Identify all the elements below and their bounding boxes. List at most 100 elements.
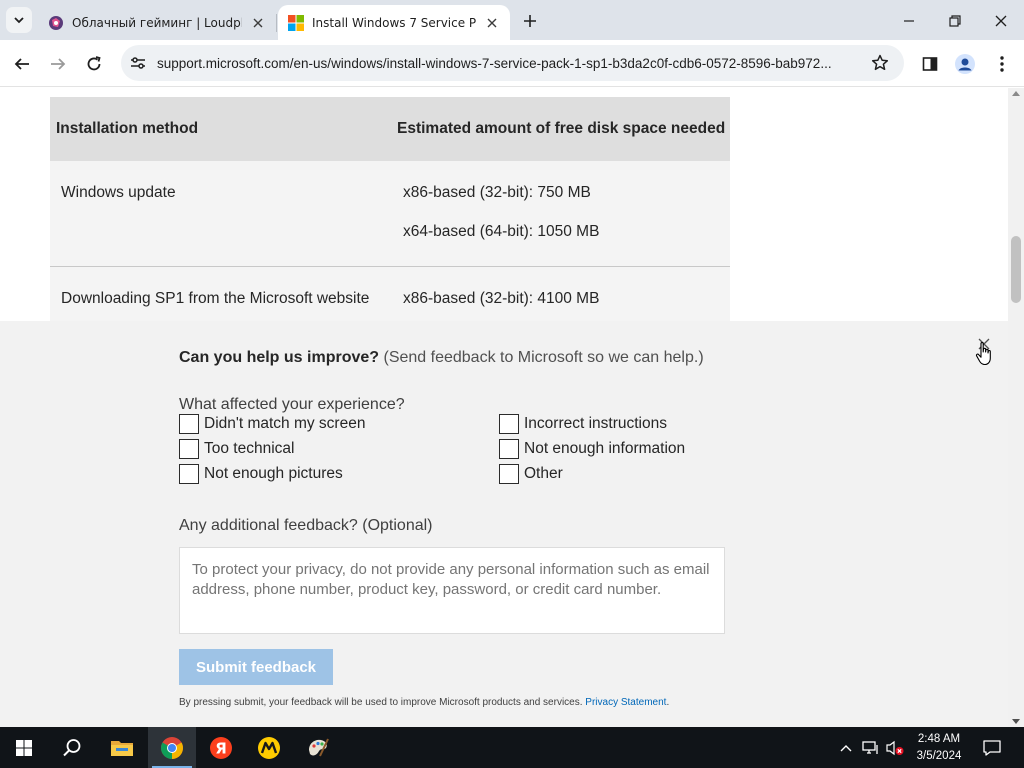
- table-header-row: Installation method Estimated amount of …: [50, 97, 730, 161]
- feedback-heading: Can you help us improve?: [179, 349, 380, 366]
- option-label: Didn't match my screen: [204, 415, 366, 432]
- option-not-enough-information[interactable]: Not enough information: [499, 439, 685, 459]
- table-cell-space: x86-based (32-bit): 750 MB x64-based (64…: [391, 161, 730, 267]
- feedback-textarea[interactable]: [179, 547, 725, 634]
- close-feedback-button[interactable]: [975, 335, 993, 353]
- page-scrollbar[interactable]: [1008, 88, 1024, 727]
- chrome-icon: [161, 736, 183, 759]
- microsoft-logo-icon: [288, 14, 304, 31]
- tab-install-windows7-sp[interactable]: Install Windows 7 Service Pack: [278, 5, 510, 40]
- taskbar-search-button[interactable]: [48, 727, 96, 768]
- option-label: Not enough information: [524, 440, 686, 457]
- additional-feedback-label: Any additional feedback? (Optional): [179, 517, 433, 534]
- more-vert-icon: [1000, 56, 1004, 72]
- action-center-button[interactable]: [978, 727, 1006, 768]
- checkbox[interactable]: [499, 439, 519, 459]
- option-incorrect-instructions[interactable]: Incorrect instructions: [499, 414, 667, 434]
- option-label: Not enough pictures: [204, 465, 343, 482]
- checkbox[interactable]: [179, 414, 199, 434]
- taskbar-file-explorer[interactable]: [98, 727, 146, 768]
- minimize-button[interactable]: [896, 8, 922, 34]
- option-not-enough-pictures[interactable]: Not enough pictures: [179, 464, 343, 484]
- option-other[interactable]: Other: [499, 464, 563, 484]
- table-header-cell: Installation method: [50, 97, 391, 161]
- side-panel-icon: [922, 57, 938, 71]
- forward-button[interactable]: [45, 51, 71, 77]
- svg-text:Я: Я: [215, 739, 227, 757]
- table-cell-space: x86-based (32-bit): 4100 MB: [391, 266, 730, 326]
- back-button[interactable]: [9, 51, 35, 77]
- checkbox[interactable]: [499, 464, 519, 484]
- option-label: Other: [524, 465, 563, 482]
- taskbar-paint[interactable]: [294, 727, 342, 768]
- taskbar-yandex-browser[interactable]: Я: [197, 727, 245, 768]
- loudplay-logo-icon: [49, 15, 63, 30]
- option-label: Too technical: [204, 440, 295, 457]
- close-icon: [995, 15, 1007, 27]
- feedback-question: What affected your experience?: [179, 396, 405, 413]
- legal-text: By pressing submit, your feedback will b…: [179, 697, 583, 708]
- space-value: x64-based (64-bit): 1050 MB: [403, 223, 600, 240]
- table-header-cell: Estimated amount of free disk space need…: [391, 97, 730, 161]
- taskbar-chrome[interactable]: [148, 727, 196, 768]
- browser-toolbar: support.microsoft.com/en-us/windows/inst…: [0, 40, 1024, 87]
- paint-icon: [309, 738, 329, 756]
- avatar-icon: [955, 54, 975, 74]
- volume-status[interactable]: [884, 727, 906, 768]
- restore-icon: [949, 15, 961, 27]
- privacy-statement-link[interactable]: Privacy Statement: [585, 697, 666, 708]
- restore-button[interactable]: [942, 8, 968, 34]
- search-icon: [63, 738, 81, 756]
- new-tab-button[interactable]: [518, 9, 542, 33]
- taskbar-clock[interactable]: 2:48 AM 3/5/2024: [906, 731, 972, 765]
- table-cell-method: Windows update: [50, 161, 391, 267]
- network-status[interactable]: [860, 727, 882, 768]
- taskbar-yandex-market[interactable]: [245, 727, 293, 768]
- checkbox[interactable]: [179, 464, 199, 484]
- feedback-title: Can you help us improve? (Send feedback …: [179, 349, 704, 367]
- option-label: Incorrect instructions: [524, 415, 667, 432]
- legal-notice: By pressing submit, your feedback will b…: [179, 697, 669, 708]
- scroll-up-arrow-icon[interactable]: [1012, 91, 1020, 96]
- close-window-button[interactable]: [988, 8, 1014, 34]
- profile-button[interactable]: [952, 51, 978, 77]
- tab-divider: [276, 14, 277, 32]
- space-value: x86-based (32-bit): 750 MB: [403, 184, 591, 201]
- scrollbar-thumb[interactable]: [1011, 236, 1021, 303]
- url-text: support.microsoft.com/en-us/windows/inst…: [157, 55, 832, 71]
- reload-button[interactable]: [81, 51, 107, 77]
- checkbox[interactable]: [499, 414, 519, 434]
- feedback-panel: Can you help us improve? (Send feedback …: [0, 321, 1008, 727]
- checkbox[interactable]: [179, 439, 199, 459]
- clock-date: 3/5/2024: [916, 750, 962, 762]
- tab-close-icon[interactable]: [484, 15, 500, 31]
- bookmark-star-icon[interactable]: [870, 53, 890, 73]
- submit-feedback-button[interactable]: Submit feedback: [179, 649, 333, 685]
- reload-icon: [87, 56, 101, 71]
- side-panel-button[interactable]: [917, 51, 943, 77]
- tab-loudplay[interactable]: Облачный гейминг | Loudplay: [38, 5, 276, 40]
- windows-taskbar: Я 2:48 AM 3/5/2024: [0, 727, 1024, 768]
- plus-icon: [524, 15, 536, 27]
- show-hidden-icons-button[interactable]: [836, 727, 856, 768]
- scroll-down-arrow-icon[interactable]: [1012, 719, 1020, 724]
- start-button[interactable]: [0, 727, 48, 768]
- tab-search-button[interactable]: [6, 7, 32, 33]
- table-row: Windows update x86-based (32-bit): 750 M…: [50, 161, 730, 267]
- tab-close-icon[interactable]: [250, 15, 266, 31]
- option-too-technical[interactable]: Too technical: [179, 439, 294, 459]
- table-row: Downloading SP1 from the Microsoft websi…: [50, 266, 730, 326]
- minimize-icon: [904, 20, 914, 22]
- menu-button[interactable]: [989, 51, 1015, 77]
- close-icon: [978, 338, 990, 350]
- disk-space-table: Installation method Estimated amount of …: [50, 97, 730, 326]
- legal-end: .: [666, 697, 670, 708]
- chevron-down-icon: [14, 17, 24, 24]
- address-bar[interactable]: support.microsoft.com/en-us/windows/inst…: [121, 45, 904, 81]
- volume-muted-icon: [886, 740, 904, 755]
- option-didnt-match[interactable]: Didn't match my screen: [179, 414, 365, 434]
- windows-start-icon: [16, 739, 32, 756]
- tab-title: Облачный гейминг | Loudplay: [72, 15, 242, 30]
- arrow-right-icon: [51, 58, 66, 70]
- site-info-icon[interactable]: [128, 53, 148, 73]
